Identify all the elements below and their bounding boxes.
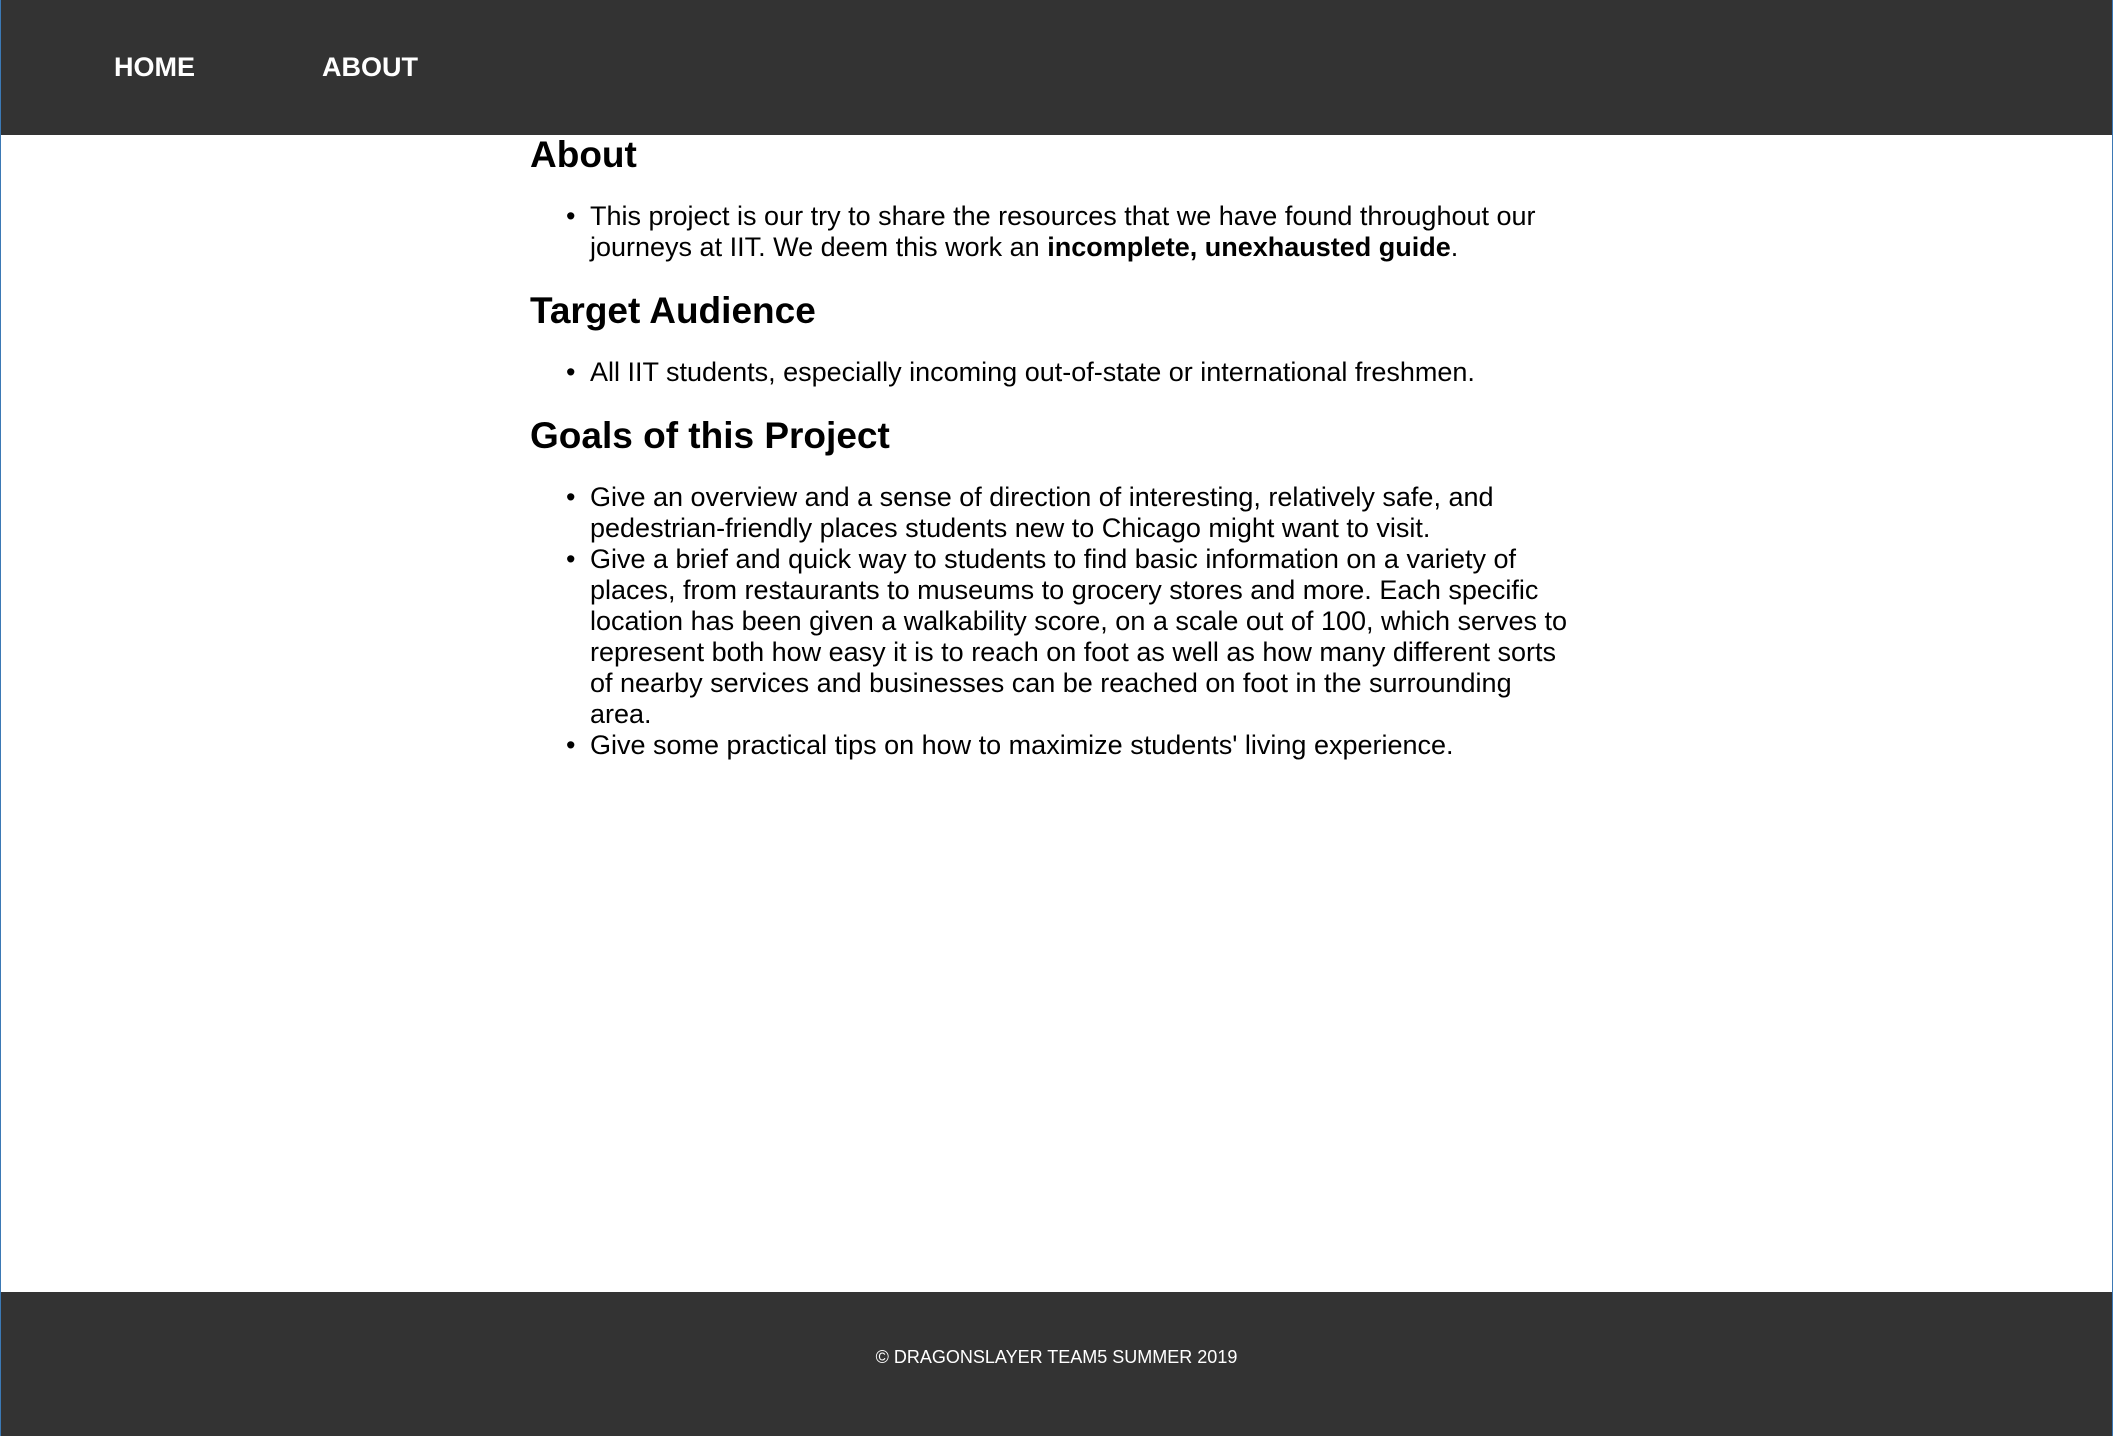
about-heading: About bbox=[530, 134, 637, 175]
footer: © DRAGONSLAYER TEAM5 SUMMER 2019 bbox=[1, 1292, 2112, 1436]
nav-about-link[interactable]: ABOUT bbox=[322, 50, 418, 84]
about-item-emphasis: incomplete, unexhausted guide bbox=[1047, 232, 1451, 262]
nav-home-link[interactable]: HOME bbox=[114, 50, 195, 84]
about-list: This project is our try to share the res… bbox=[530, 201, 1570, 263]
copyright-text: © DRAGONSLAYER TEAM5 SUMMER 2019 bbox=[875, 1347, 1238, 1367]
list-item: All IIT students, especially incoming ou… bbox=[530, 357, 1570, 388]
list-item: Give a brief and quick way to students t… bbox=[530, 544, 1570, 730]
target-audience-list: All IIT students, especially incoming ou… bbox=[530, 357, 1570, 388]
main-content: About This project is our try to share t… bbox=[530, 134, 1630, 762]
goals-list: Give an overview and a sense of directio… bbox=[530, 482, 1570, 761]
list-item: Give some practical tips on how to maxim… bbox=[530, 730, 1570, 761]
goals-heading: Goals of this Project bbox=[530, 415, 890, 456]
list-item: Give an overview and a sense of directio… bbox=[530, 482, 1570, 544]
top-navbar: HOME ABOUT bbox=[1, 0, 2112, 135]
list-item: This project is our try to share the res… bbox=[530, 201, 1570, 263]
page: HOME ABOUT About This project is our try… bbox=[0, 0, 2113, 1436]
about-item-end: . bbox=[1450, 232, 1459, 262]
target-audience-heading: Target Audience bbox=[530, 290, 816, 331]
